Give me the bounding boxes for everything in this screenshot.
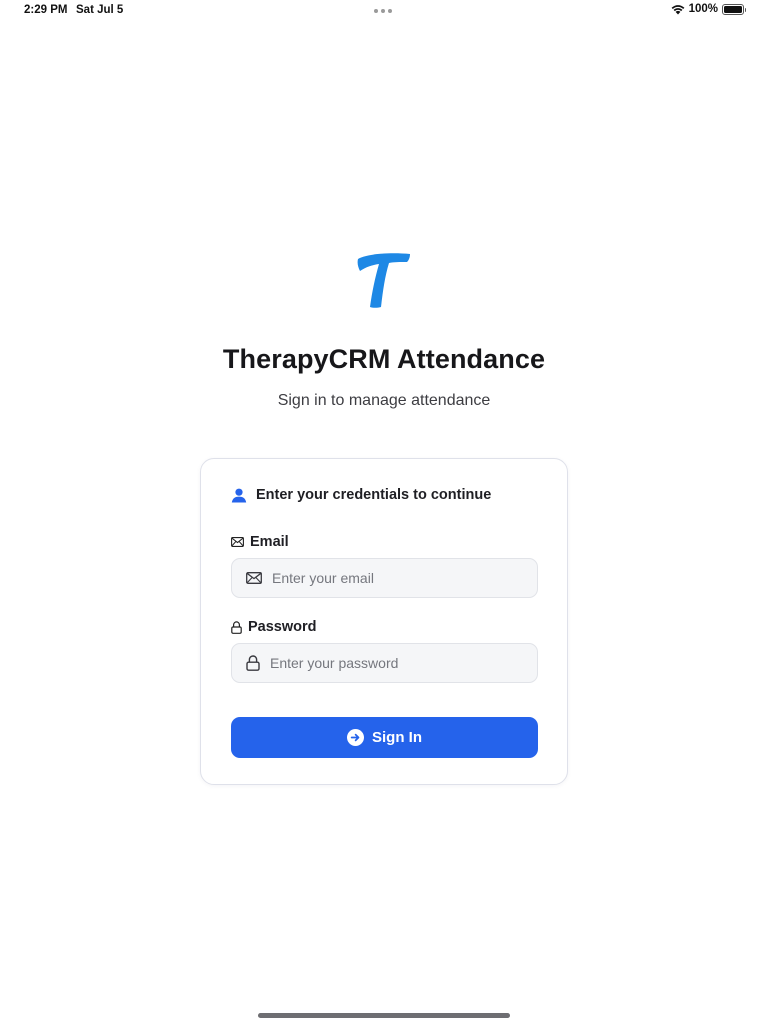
email-field-container[interactable] bbox=[231, 558, 538, 598]
lock-icon bbox=[231, 620, 242, 634]
status-right: 100% bbox=[671, 3, 746, 15]
password-label-text: Password bbox=[248, 619, 317, 635]
multitasking-dots-icon[interactable] bbox=[374, 9, 392, 13]
status-bar: 2:29 PM Sat Jul 5 100% bbox=[0, 0, 768, 22]
envelope-icon bbox=[246, 572, 262, 584]
status-date: Sat Jul 5 bbox=[76, 4, 124, 16]
password-input[interactable] bbox=[270, 655, 520, 671]
home-indicator[interactable] bbox=[258, 1013, 510, 1018]
battery-percentage: 100% bbox=[688, 3, 718, 15]
letter-t-logo bbox=[357, 253, 410, 308]
page-title: TherapyCRM Attendance bbox=[222, 344, 546, 374]
lock-icon bbox=[246, 655, 260, 671]
page-subtitle: Sign in to manage attendance bbox=[277, 392, 491, 409]
sign-in-label: Sign In bbox=[372, 729, 422, 746]
wifi-icon bbox=[671, 4, 684, 14]
email-label: Email bbox=[231, 534, 289, 550]
card-header: Enter your credentials to continue bbox=[231, 487, 491, 503]
email-label-text: Email bbox=[250, 534, 289, 550]
arrow-right-circle-icon bbox=[347, 729, 364, 746]
sign-in-button[interactable]: Sign In bbox=[231, 717, 538, 758]
email-input[interactable] bbox=[272, 570, 522, 586]
password-field-container[interactable] bbox=[231, 643, 538, 683]
password-label: Password bbox=[231, 619, 317, 635]
status-time: 2:29 PM bbox=[24, 4, 68, 16]
person-icon bbox=[231, 488, 247, 502]
card-header-label: Enter your credentials to continue bbox=[256, 487, 492, 503]
login-card: Enter your credentials to continue Email… bbox=[200, 458, 568, 785]
battery-icon bbox=[722, 3, 746, 15]
envelope-icon bbox=[231, 537, 244, 547]
